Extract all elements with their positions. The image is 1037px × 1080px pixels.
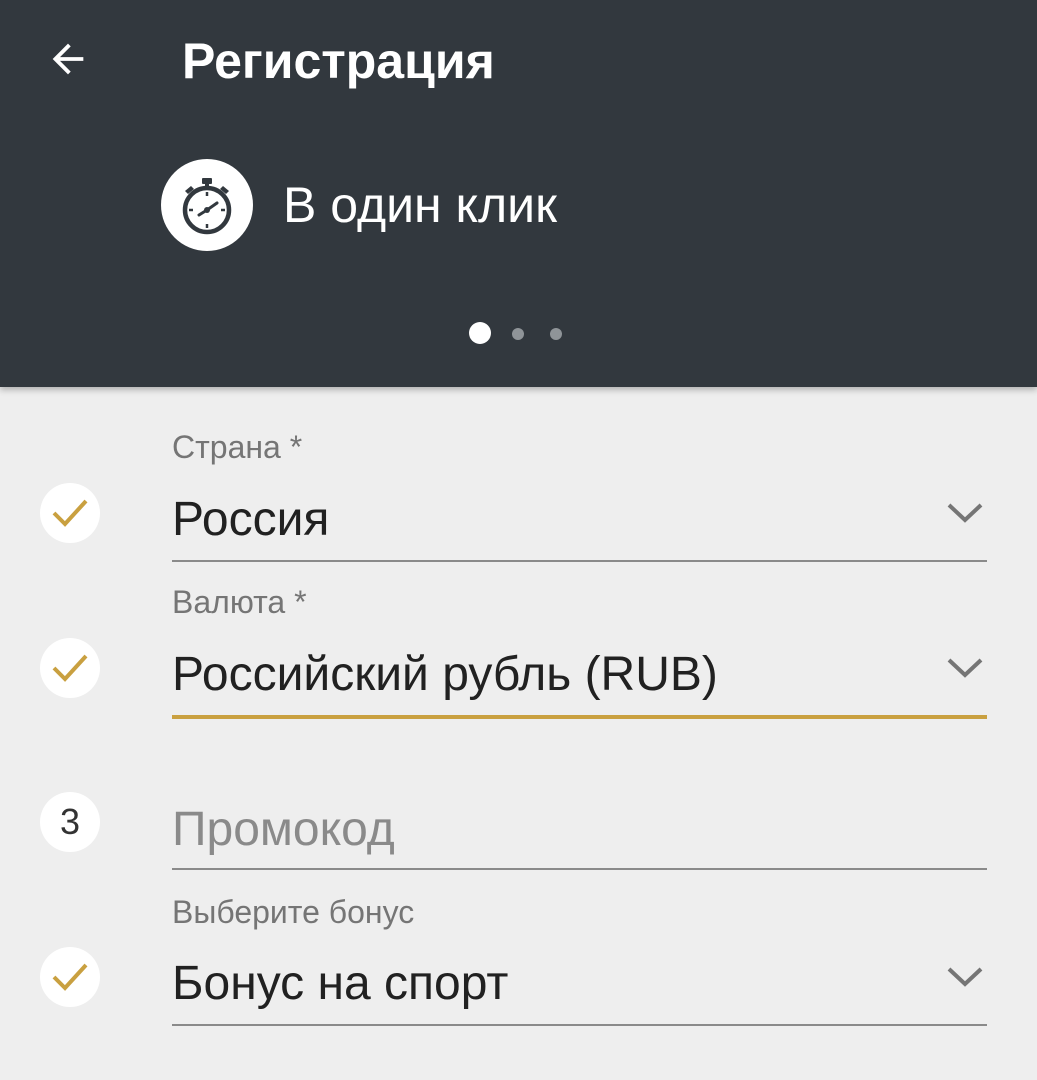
currency-label: Валюта * xyxy=(172,584,307,620)
country-underline xyxy=(172,560,987,562)
page-dot-3[interactable] xyxy=(550,328,562,340)
check-icon xyxy=(52,654,88,682)
bonus-label: Выберите бонус xyxy=(172,894,415,930)
promo-step-marker: 3 xyxy=(40,792,100,852)
registration-screen: Регистрация В один клик Страна * Россия … xyxy=(0,0,1037,1080)
country-value: Россия xyxy=(172,493,330,546)
bonus-status-marker xyxy=(40,947,100,1007)
currency-select[interactable]: Российский рубль (RUB) xyxy=(172,643,987,719)
step-number: 3 xyxy=(59,801,81,842)
country-label: Страна * xyxy=(172,429,303,465)
bonus-value: Бонус на спорт xyxy=(172,957,509,1010)
registration-mode: В один клик xyxy=(161,158,557,252)
currency-underline xyxy=(172,715,987,719)
check-icon xyxy=(52,499,88,527)
arrow-left-icon xyxy=(52,43,84,75)
page-title: Регистрация xyxy=(182,33,495,89)
bonus-select[interactable]: Бонус на спорт xyxy=(172,952,987,1026)
back-button[interactable] xyxy=(30,24,106,94)
country-status-marker xyxy=(40,483,100,543)
country-select[interactable]: Россия xyxy=(172,488,987,562)
page-dot-1[interactable] xyxy=(469,322,491,344)
page-indicator xyxy=(0,320,1037,346)
currency-value: Российский рубль (RUB) xyxy=(172,648,718,701)
chevron-down-icon xyxy=(947,967,983,987)
promo-field xyxy=(172,796,987,870)
promo-code-input[interactable] xyxy=(172,796,987,862)
promo-underline xyxy=(172,868,987,870)
stopwatch-icon xyxy=(161,159,253,251)
page-dot-2[interactable] xyxy=(512,328,524,340)
app-bar: Регистрация В один клик xyxy=(0,0,1037,387)
check-icon xyxy=(52,963,88,991)
currency-status-marker xyxy=(40,638,100,698)
mode-label: В один клик xyxy=(283,177,557,233)
chevron-down-icon xyxy=(947,503,983,523)
chevron-down-icon xyxy=(947,658,983,678)
bonus-underline xyxy=(172,1024,987,1026)
